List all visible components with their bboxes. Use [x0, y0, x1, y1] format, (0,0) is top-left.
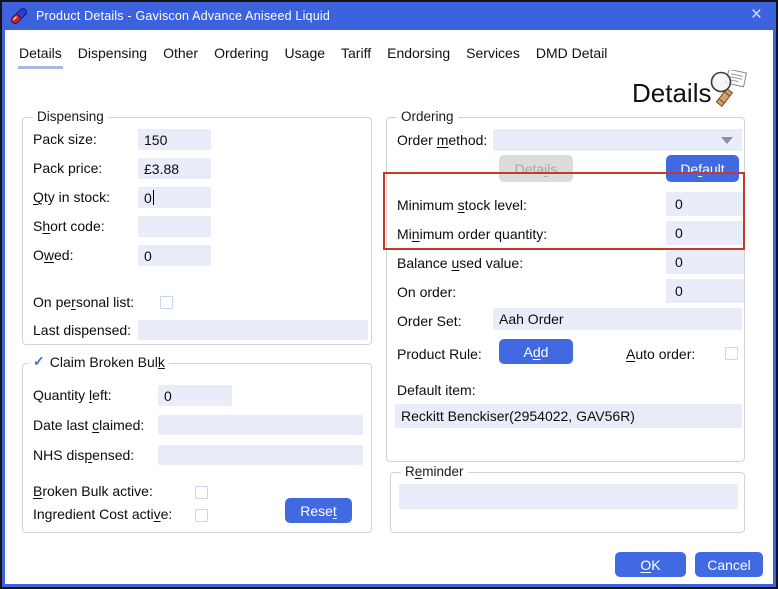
tab-services[interactable]: Services — [465, 43, 521, 69]
tab-endorsing[interactable]: Endorsing — [386, 43, 451, 69]
pack-size-label: Pack size: — [33, 131, 97, 147]
on-order-label: On order: — [397, 284, 456, 300]
page-title: Details — [632, 78, 711, 109]
pack-price-label: Pack price: — [33, 160, 102, 176]
quantity-left-label: Quantity left: — [33, 387, 112, 403]
tab-other[interactable]: Other — [162, 43, 199, 69]
broken-bulk-active-checkbox[interactable] — [195, 486, 208, 499]
short-code-label: Short code: — [33, 218, 105, 234]
tab-ordering[interactable]: Ordering — [213, 43, 269, 69]
tab-details[interactable]: Details — [18, 43, 63, 69]
on-order-field[interactable]: 0 — [666, 279, 744, 303]
order-set-label: Order Set: — [397, 313, 462, 329]
short-code-field[interactable] — [138, 216, 211, 237]
quantity-left-field[interactable]: 0 — [158, 385, 232, 406]
order-method-dropdown[interactable] — [493, 129, 742, 151]
dispensing-legend: Dispensing — [33, 109, 108, 124]
tab-dmd-detail[interactable]: DMD Detail — [535, 43, 609, 69]
reminder-legend: Reminder — [401, 464, 468, 479]
date-last-claimed-label: Date last claimed: — [33, 417, 144, 433]
dispensing-group: Dispensing Pack size: 150 Pack price: £3… — [22, 117, 372, 345]
claim-broken-bulk-header[interactable]: ✓ Claim Broken Bulk — [29, 353, 169, 370]
auto-order-checkbox[interactable] — [725, 347, 738, 360]
owed-label: Owed: — [33, 247, 73, 263]
claim-broken-bulk-label: Claim Broken Bulk — [50, 354, 165, 370]
add-button[interactable]: Add — [499, 339, 573, 364]
balance-used-field[interactable]: 0 — [666, 250, 744, 274]
default-item-field[interactable]: Reckitt Benckiser(2954022, GAV56R) — [395, 404, 742, 428]
auto-order-label: Auto order: — [626, 346, 695, 362]
personal-list-checkbox[interactable] — [160, 296, 173, 309]
balance-used-label: Balance used value: — [397, 255, 523, 271]
broken-bulk-group: ✓ Claim Broken Bulk Quantity left: 0 Dat… — [22, 363, 372, 533]
ingredient-cost-active-label: Ingredient Cost active: — [33, 506, 172, 522]
product-details-dialog: Product Details - Gaviscon Advance Anise… — [0, 0, 778, 589]
tab-usage[interactable]: Usage — [284, 43, 326, 69]
tab-dispensing[interactable]: Dispensing — [77, 43, 148, 69]
order-method-label: Order method: — [397, 132, 487, 148]
highlight-annotation-box — [383, 172, 745, 250]
broken-bulk-active-label: Broken Bulk active: — [33, 483, 153, 499]
titlebar[interactable]: Product Details - Gaviscon Advance Anise… — [2, 2, 776, 30]
product-rule-label: Product Rule: — [397, 346, 482, 362]
capsule-icon — [9, 6, 29, 26]
date-last-claimed-field[interactable] — [158, 415, 363, 435]
order-set-field[interactable]: Aah Order — [493, 308, 742, 330]
last-dispensed-field[interactable] — [138, 320, 368, 340]
tab-tariff[interactable]: Tariff — [340, 43, 372, 69]
tab-bar: Details Dispensing Other Ordering Usage … — [18, 43, 608, 69]
cancel-button[interactable]: Cancel — [695, 552, 763, 577]
owed-field[interactable]: 0 — [138, 245, 211, 266]
default-item-label: Default item: — [397, 382, 476, 398]
nhs-dispensed-label: NHS dispensed: — [33, 447, 134, 463]
reminder-group: Reminder — [390, 472, 745, 533]
checkmark-icon: ✓ — [33, 353, 45, 370]
nhs-dispensed-field[interactable] — [158, 445, 363, 465]
ordering-legend: Ordering — [397, 109, 458, 124]
ordering-group: Ordering Order method: Details Default M… — [386, 117, 745, 462]
personal-list-label: On personal list: — [33, 294, 134, 310]
close-icon[interactable]: × — [751, 5, 762, 25]
qty-in-stock-label: Qty in stock: — [33, 189, 110, 205]
pack-size-field[interactable]: 150 — [138, 129, 211, 150]
ok-button[interactable]: OK — [615, 552, 686, 577]
text-caret — [153, 190, 154, 205]
pack-price-field[interactable]: £3.88 — [138, 158, 211, 179]
reset-button[interactable]: Reset — [285, 498, 352, 523]
magnifier-document-icon — [706, 70, 754, 110]
chevron-down-icon — [721, 137, 733, 144]
reminder-field[interactable] — [399, 484, 738, 509]
window-title: Product Details - Gaviscon Advance Anise… — [36, 9, 330, 23]
ingredient-cost-active-checkbox[interactable] — [195, 509, 208, 522]
last-dispensed-label: Last dispensed: — [33, 322, 131, 338]
qty-in-stock-field[interactable]: 0 — [138, 187, 211, 208]
